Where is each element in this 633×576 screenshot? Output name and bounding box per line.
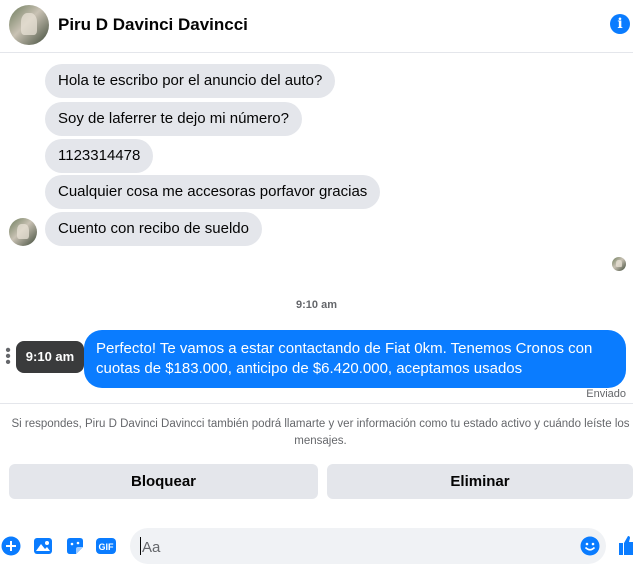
- privacy-notice: Si respondes, Piru D Davinci Davincci ta…: [11, 418, 630, 447]
- message-bubble[interactable]: Hola te escribo por el anuncio del auto?: [45, 64, 336, 98]
- sticker-icon[interactable]: [65, 536, 85, 556]
- message-timestamp: 9:10 am: [296, 299, 337, 311]
- conversation-header: Piru D Davinci Davincci i: [0, 0, 633, 53]
- more-icon[interactable]: • • •: [5, 343, 11, 371]
- plus-icon[interactable]: [1, 536, 21, 556]
- time-tooltip: 9:10 am: [16, 341, 84, 373]
- contact-name[interactable]: Piru D Davinci Davincci: [58, 15, 248, 35]
- image-icon[interactable]: [33, 536, 53, 556]
- emoji-icon[interactable]: [580, 536, 600, 556]
- like-icon[interactable]: [617, 533, 633, 557]
- contact-avatar[interactable]: [9, 5, 49, 45]
- sent-message-bubble[interactable]: Perfecto! Te vamos a estar contactando d…: [84, 330, 626, 388]
- message-bubble[interactable]: 1123314478: [45, 139, 154, 173]
- gif-icon[interactable]: GIF: [96, 536, 116, 556]
- delivery-status: Enviado: [586, 388, 626, 400]
- message-bubble[interactable]: Cuento con recibo de sueldo: [45, 212, 262, 246]
- message-bubble[interactable]: Cualquier cosa me accesoras porfavor gra…: [45, 175, 381, 209]
- message-input[interactable]: [140, 528, 574, 566]
- text-caret: [140, 537, 141, 555]
- message-input-container[interactable]: [130, 528, 606, 566]
- delete-button[interactable]: Eliminar: [327, 464, 633, 499]
- sender-avatar[interactable]: [9, 218, 37, 246]
- divider: [0, 403, 633, 404]
- read-receipt-avatar: [612, 257, 626, 271]
- block-button[interactable]: Bloquear: [9, 464, 318, 499]
- info-icon[interactable]: i: [610, 14, 630, 34]
- message-bubble[interactable]: Soy de laferrer te dejo mi número?: [45, 102, 302, 136]
- svg-text:GIF: GIF: [99, 542, 115, 552]
